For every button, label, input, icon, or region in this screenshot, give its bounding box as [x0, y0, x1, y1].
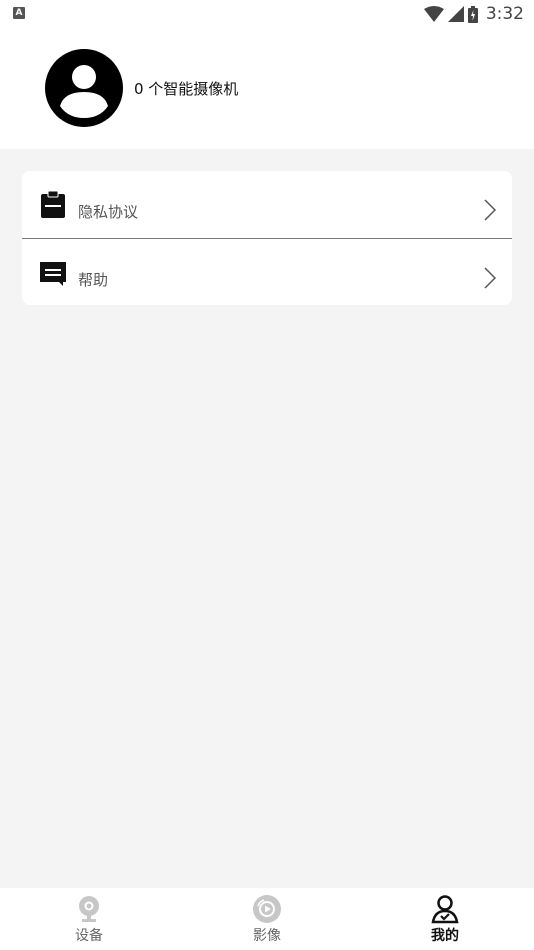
- avatar-icon[interactable]: [44, 48, 124, 128]
- person-icon: [431, 895, 459, 924]
- tab-label: 我的: [431, 928, 459, 944]
- chevron-right-icon: [484, 267, 496, 289]
- status-bar: A 3:32: [0, 0, 534, 28]
- profile-header: 0 个智能摄像机: [0, 28, 534, 149]
- wifi-icon: [423, 6, 444, 22]
- notification-badge: A: [13, 7, 25, 19]
- tab-media[interactable]: 影像: [178, 888, 356, 950]
- chat-icon: [40, 262, 66, 286]
- camera-icon: [79, 896, 99, 922]
- tab-label: 影像: [253, 928, 281, 944]
- camera-count: 0 个智能摄像机: [134, 80, 239, 98]
- tab-mine[interactable]: 我的: [356, 888, 534, 950]
- menu-item-privacy[interactable]: 隐私协议: [22, 171, 512, 237]
- record-icon: [253, 895, 281, 923]
- battery-icon: [467, 5, 478, 23]
- chevron-right-icon: [484, 199, 496, 221]
- status-icons: 3:32: [423, 3, 524, 25]
- menu-item-help[interactable]: 帮助: [22, 239, 512, 305]
- bottom-nav: 设备 影像 我的: [0, 888, 534, 950]
- status-time: 3:32: [485, 4, 524, 24]
- menu-item-label: 隐私协议: [78, 203, 139, 221]
- menu-item-label: 帮助: [78, 271, 109, 289]
- tab-label: 设备: [75, 928, 103, 944]
- tab-devices[interactable]: 设备: [0, 888, 178, 950]
- menu-card: 隐私协议 帮助: [22, 171, 512, 305]
- signal-icon: [447, 6, 464, 22]
- clipboard-icon: [41, 190, 65, 218]
